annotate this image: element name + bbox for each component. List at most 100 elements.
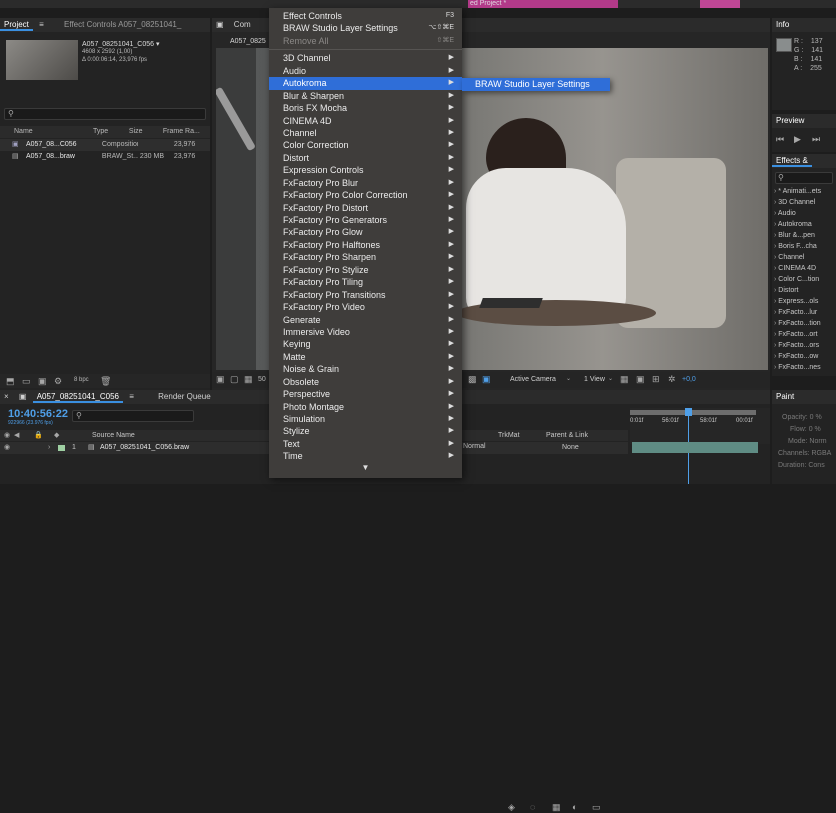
effects-list-item[interactable]: › CINEMA 4D: [774, 263, 836, 274]
menu-item-fxfactory-pro-distort[interactable]: FxFactory Pro Distort ▶: [269, 202, 462, 214]
effects-list-item[interactable]: › FxFacto...nes: [774, 362, 836, 373]
view-dropdown[interactable]: 1 View: [584, 376, 605, 383]
effects-list-item[interactable]: › FxFacto...lur: [774, 307, 836, 318]
visibility-icon[interactable]: ◉: [4, 442, 10, 454]
menu-item-braw-studio-layer-settings[interactable]: BRAW Studio Layer Settings ⌥⇧⌘E: [269, 22, 462, 34]
grid-icon[interactable]: ▦: [244, 374, 253, 385]
audio-icon[interactable]: ◀: [14, 430, 19, 441]
effects-list-item[interactable]: › FxFacto...ow: [774, 351, 836, 362]
flowchart-icon[interactable]: ⊞: [652, 374, 660, 385]
exposure-value[interactable]: +0,0: [682, 376, 696, 383]
camera-dropdown[interactable]: Active Camera: [510, 376, 556, 383]
lock-icon[interactable]: 🔒: [34, 430, 43, 441]
layer-mode-dropdown[interactable]: Normal: [463, 443, 486, 450]
tab-comp-short[interactable]: Com: [230, 20, 255, 29]
info-title[interactable]: Info: [772, 20, 793, 29]
paint-title[interactable]: Paint: [772, 392, 798, 401]
interpret-footage-icon[interactable]: ⬒: [6, 376, 15, 387]
shy-icon[interactable]: ◌: [530, 802, 535, 812]
adjust-icon[interactable]: ⚙: [54, 376, 62, 387]
paint-duration[interactable]: Duration: Cons: [778, 460, 831, 472]
new-comp-icon[interactable]: ▣: [38, 376, 47, 387]
col-size[interactable]: Size: [129, 126, 161, 138]
menu-item-blur-sharpen[interactable]: Blur & Sharpen ▶: [269, 90, 462, 102]
menu-item-fxfactory-pro-blur[interactable]: FxFactory Pro Blur ▶: [269, 177, 462, 189]
menu-item-simulation[interactable]: Simulation ▶: [269, 413, 462, 425]
effects-list-item[interactable]: › FxFacto...ort: [774, 329, 836, 340]
col-parent[interactable]: Parent & Link: [546, 430, 588, 441]
menu-item-fxfactory-pro-stylize[interactable]: FxFactory Pro Stylize ▶: [269, 264, 462, 276]
label-icon[interactable]: ◆: [54, 430, 59, 441]
menu-item-noise-grain[interactable]: Noise & Grain ▶: [269, 363, 462, 375]
tab-timeline-comp[interactable]: A057_08251041_C056: [32, 392, 124, 403]
tab-render-queue[interactable]: Render Queue: [154, 392, 214, 401]
paint-channels[interactable]: Channels: RGBA: [778, 448, 831, 460]
menu-item-fxfactory-pro-tiling[interactable]: FxFactory Pro Tiling ▶: [269, 276, 462, 288]
menu-item-channel[interactable]: Channel ▶: [269, 127, 462, 139]
col-name[interactable]: Name: [0, 126, 75, 138]
menu-item-braw-studio-layer-settings[interactable]: BRAW Studio Layer Settings: [462, 78, 610, 91]
menu-item-effect-controls[interactable]: Effect Controls F3: [269, 10, 462, 22]
menu-item-distort[interactable]: Distort ▶: [269, 152, 462, 164]
col-trkmat[interactable]: TrkMat: [498, 430, 520, 441]
menu-item-perspective[interactable]: Perspective ▶: [269, 388, 462, 400]
effects-list-item[interactable]: › Boris F...cha: [774, 241, 836, 252]
effects-list-item[interactable]: › Autokroma: [774, 219, 836, 230]
menu-item-fxfactory-pro-sharpen[interactable]: FxFactory Pro Sharpen ▶: [269, 251, 462, 263]
preview-title[interactable]: Preview: [772, 116, 808, 125]
draft-3d-icon[interactable]: ◈: [508, 802, 515, 813]
tab-effect-controls[interactable]: Effect Controls A057_08251041_: [60, 20, 185, 29]
project-item-name[interactable]: A057_08251041_C056 ▾: [82, 40, 159, 48]
menu-item-color-correction[interactable]: Color Correction ▶: [269, 139, 462, 151]
exposure-icon[interactable]: ✲: [668, 374, 676, 385]
effects-list-item[interactable]: › Channel: [774, 252, 836, 263]
paint-flow[interactable]: Flow: 0 %: [778, 424, 831, 436]
first-frame-icon[interactable]: ⏮: [776, 134, 784, 145]
effects-list-item[interactable]: › 3D Channel: [774, 197, 836, 208]
menu-item-keying[interactable]: Keying ▶: [269, 338, 462, 350]
timeline-search-input[interactable]: ⚲: [72, 410, 194, 422]
region-of-interest-icon[interactable]: ▣: [482, 374, 491, 385]
last-frame-icon[interactable]: ⏭: [812, 134, 820, 145]
effects-list-item[interactable]: › Express...ols: [774, 296, 836, 307]
menu-item-boris-fx-mocha[interactable]: Boris FX Mocha ▶: [269, 102, 462, 114]
work-area-bar[interactable]: [630, 410, 756, 415]
menu-item-stylize[interactable]: Stylize ▶: [269, 425, 462, 437]
new-folder-icon[interactable]: ▭: [22, 376, 31, 387]
menu-item-generate[interactable]: Generate ▶: [269, 314, 462, 326]
table-row[interactable]: ▣ A057_08...C056 Composition 23,976: [0, 139, 210, 151]
viewer-comp-tab[interactable]: A057_0825: [230, 38, 266, 45]
effects-search-input[interactable]: ⚲: [775, 172, 833, 184]
menu-item-photo-montage[interactable]: Photo Montage ▶: [269, 401, 462, 413]
fast-preview-icon[interactable]: ▣: [636, 374, 645, 385]
panel-menu-icon[interactable]: ≡: [35, 20, 48, 29]
toggle-pixel-icon[interactable]: ▦: [620, 374, 629, 385]
menu-item-cinema-4d[interactable]: CINEMA 4D ▶: [269, 115, 462, 127]
menu-item-audio[interactable]: Audio ▶: [269, 65, 462, 77]
effects-list-item[interactable]: › FxFacto...tion: [774, 318, 836, 329]
snapshot-icon[interactable]: ▣: [216, 374, 225, 385]
table-row[interactable]: ▤ A057_08...braw BRAW_St...ter 230 MB 23…: [0, 151, 210, 163]
menu-item-fxfactory-pro-halftones[interactable]: FxFactory Pro Halftones ▶: [269, 239, 462, 251]
visibility-icon[interactable]: ◉: [4, 430, 10, 441]
graph-editor-icon[interactable]: ▭: [592, 802, 601, 813]
playhead-marker[interactable]: [685, 408, 692, 416]
menu-item-autokroma[interactable]: Autokroma ▶: [269, 77, 462, 90]
transparency-icon[interactable]: ▩: [468, 374, 477, 385]
tab-project[interactable]: Project: [0, 20, 33, 31]
menu-item-fxfactory-pro-color-correction[interactable]: FxFactory Pro Color Correction ▶: [269, 189, 462, 201]
menu-item-expression-controls[interactable]: Expression Controls ▶: [269, 164, 462, 176]
close-icon[interactable]: ×: [0, 392, 13, 401]
motion-blur-icon[interactable]: ◐: [572, 802, 577, 812]
effects-list-item[interactable]: › Audio: [774, 208, 836, 219]
paint-mode[interactable]: Mode: Norm: [778, 436, 831, 448]
layer-name[interactable]: A057_08251041_C056.braw: [100, 442, 189, 454]
effects-list-item[interactable]: › FxFacto...ors: [774, 340, 836, 351]
project-search-input[interactable]: ⚲: [4, 108, 206, 120]
effects-list-item[interactable]: › * Animati...ets: [774, 186, 836, 197]
trash-icon[interactable]: 🗑: [100, 376, 111, 387]
panel-menu-icon[interactable]: ≡: [125, 392, 138, 401]
menu-item-fxfactory-pro-video[interactable]: FxFactory Pro Video ▶: [269, 301, 462, 313]
label-color[interactable]: [58, 445, 65, 451]
zoom-value[interactable]: 50: [258, 376, 266, 383]
